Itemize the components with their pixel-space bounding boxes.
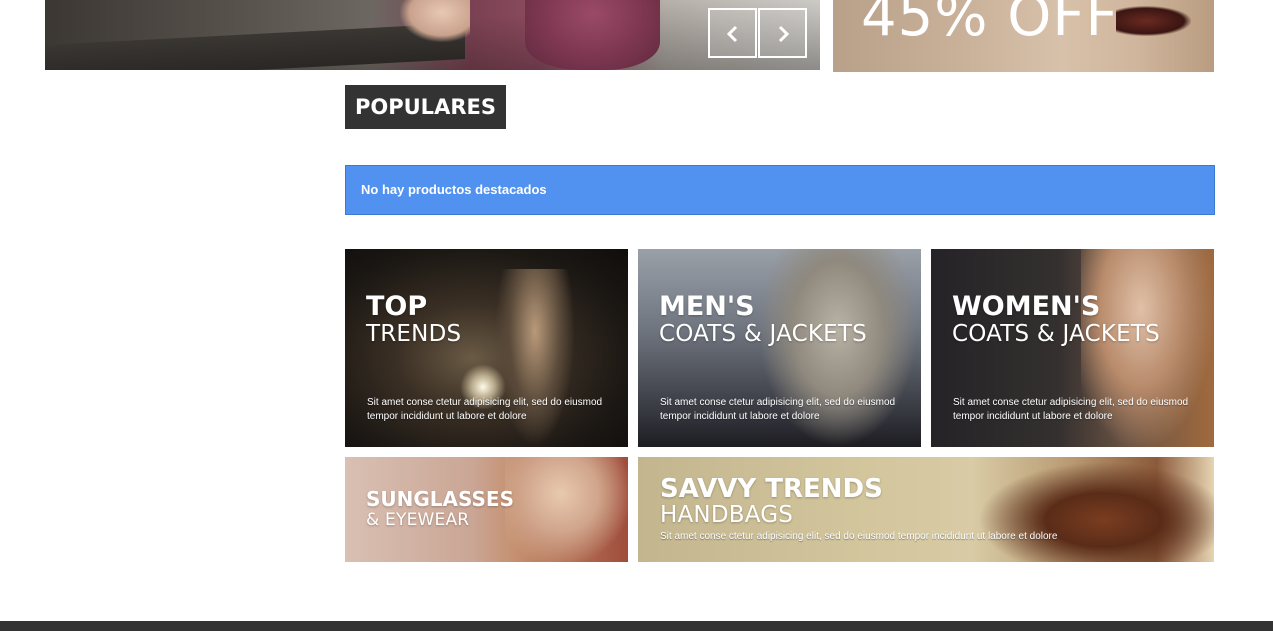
banner-title: SAVVY TRENDS xyxy=(660,474,883,504)
banner-description: Sit amet conse ctetur adipisicing elit, … xyxy=(953,397,1189,422)
banner-sunglasses[interactable]: SUNGLASSES & EYEWEAR xyxy=(345,457,628,562)
footer-bar xyxy=(0,621,1273,631)
banner-womens-coats[interactable]: WOMEN'S COATS & JACKETS Sit amet conse c… xyxy=(931,249,1214,447)
promo-banner[interactable]: 45% OFF xyxy=(833,0,1214,72)
info-alert: No hay productos destacados xyxy=(345,165,1215,215)
banner-subtitle: TRENDS xyxy=(366,321,462,347)
slider-image-dress xyxy=(525,0,660,70)
slider-prev-button[interactable] xyxy=(708,8,757,58)
slider-image-hand xyxy=(400,0,470,42)
slider-next-button[interactable] xyxy=(758,8,807,58)
banner-title: WOMEN'S xyxy=(952,291,1101,322)
banner-subtitle: COATS & JACKETS xyxy=(952,321,1160,347)
banner-description: Sit amet conse ctetur adipisicing elit, … xyxy=(660,531,1058,542)
banner-image xyxy=(968,457,1214,562)
hero-slider xyxy=(45,0,820,70)
banner-image xyxy=(505,457,628,562)
banner-title: MEN'S xyxy=(659,291,755,322)
banner-handbags[interactable]: SAVVY TRENDS HANDBAGS Sit amet conse cte… xyxy=(638,457,1214,562)
promo-text: 45% OFF xyxy=(861,0,1119,49)
banner-subtitle: COATS & JACKETS xyxy=(659,321,867,347)
chevron-left-icon xyxy=(726,25,738,43)
banner-subtitle: & EYEWEAR xyxy=(366,510,470,530)
banner-title: SUNGLASSES xyxy=(366,487,514,511)
banner-description: Sit amet conse ctetur adipisicing elit, … xyxy=(660,397,896,422)
banner-subtitle: HANDBAGS xyxy=(660,502,794,528)
banner-mens-coats[interactable]: MEN'S COATS & JACKETS Sit amet conse cte… xyxy=(638,249,921,447)
promo-sunglasses-image xyxy=(1116,6,1191,36)
banner-top-trends[interactable]: TOP TRENDS Sit amet conse ctetur adipisi… xyxy=(345,249,628,447)
chevron-right-icon xyxy=(778,25,790,43)
banner-title: TOP xyxy=(366,291,428,322)
section-title: POPULARES xyxy=(345,85,506,129)
banner-description: Sit amet conse ctetur adipisicing elit, … xyxy=(367,397,603,422)
